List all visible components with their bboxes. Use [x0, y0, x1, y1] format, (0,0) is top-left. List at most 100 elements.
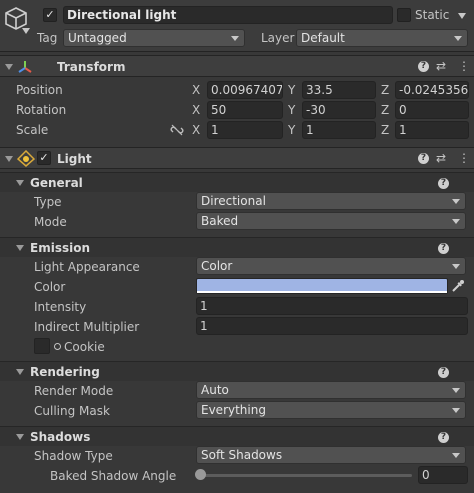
emission-foldout-arrow[interactable] — [16, 245, 24, 251]
icon-dropdown-arrow[interactable] — [22, 28, 30, 34]
tag-value: Untagged — [68, 31, 127, 45]
position-y-field[interactable]: 33.5 — [302, 81, 376, 99]
shadow-type-value: Soft Shadows — [201, 448, 283, 462]
scale-z-axis[interactable]: Z — [381, 122, 389, 138]
position-z-axis[interactable]: Z — [381, 82, 389, 98]
light-appearance-value: Color — [201, 259, 233, 273]
light-foldout-arrow[interactable] — [5, 156, 13, 162]
type-label: Type — [34, 195, 62, 209]
indirect-multiplier-label: Indirect Multiplier — [34, 320, 140, 334]
position-y-axis[interactable]: Y — [288, 82, 295, 98]
cookie-texture-slot[interactable] — [34, 338, 50, 354]
emission-title: Emission — [30, 241, 90, 255]
type-value: Directional — [201, 194, 266, 208]
chevron-down-icon — [452, 388, 460, 393]
scale-z-field[interactable]: 1 — [395, 121, 469, 139]
rotation-label: Rotation — [16, 103, 67, 117]
position-x-field[interactable]: 0.00967407 — [207, 81, 283, 99]
position-label: Position — [16, 83, 63, 97]
scale-label: Scale — [16, 123, 49, 137]
culling-mask-value: Everything — [201, 403, 266, 417]
shadows-title: Shadows — [30, 430, 91, 444]
mode-value: Baked — [201, 214, 239, 228]
scale-x-axis[interactable]: X — [192, 122, 200, 138]
culling-mask-label: Culling Mask — [34, 404, 110, 418]
more-menu-icon[interactable]: ⋮ — [458, 59, 470, 73]
help-icon[interactable]: ? — [438, 367, 449, 378]
static-label: Static — [415, 8, 450, 22]
shadows-foldout-arrow[interactable] — [16, 434, 24, 440]
help-icon[interactable]: ? — [438, 178, 449, 189]
color-label: Color — [34, 280, 66, 294]
static-checkbox[interactable] — [397, 8, 411, 22]
eyedropper-icon[interactable] — [451, 279, 465, 293]
render-mode-value: Auto — [201, 383, 229, 397]
rotation-y-axis[interactable]: Y — [288, 102, 295, 118]
emission-section-header[interactable]: Emission ? — [0, 237, 474, 257]
light-title: Light — [57, 152, 92, 166]
baked-shadow-angle-label: Baked Shadow Angle — [50, 469, 177, 483]
rendering-foldout-arrow[interactable] — [16, 369, 24, 375]
render-mode-label: Render Mode — [34, 384, 114, 398]
scale-y-axis[interactable]: Y — [288, 122, 295, 138]
help-icon[interactable]: ? — [438, 432, 449, 443]
rotation-y-field[interactable]: -30 — [302, 101, 376, 119]
render-mode-dropdown[interactable]: Auto — [196, 381, 466, 399]
more-menu-icon[interactable]: ⋮ — [458, 151, 470, 165]
light-component-icon — [17, 150, 35, 167]
static-dropdown-arrow[interactable] — [458, 13, 466, 19]
scale-x-field[interactable]: 1 — [207, 121, 283, 139]
mode-label: Mode — [34, 215, 67, 229]
preset-sliders-icon[interactable]: ⇄ — [436, 59, 446, 73]
constrain-proportions-icon[interactable] — [170, 123, 184, 137]
chevron-down-icon — [452, 453, 460, 458]
indirect-multiplier-field[interactable]: 1 — [196, 317, 468, 335]
chevron-down-icon — [452, 264, 460, 269]
transform-foldout-arrow[interactable] — [5, 64, 13, 70]
rendering-section-header[interactable]: Rendering ? — [0, 361, 474, 381]
rotation-z-axis[interactable]: Z — [381, 102, 389, 118]
tag-dropdown[interactable]: Untagged — [63, 29, 245, 47]
general-title: General — [30, 176, 83, 190]
general-foldout-arrow[interactable] — [16, 180, 24, 186]
culling-mask-dropdown[interactable]: Everything — [196, 401, 466, 419]
chevron-down-icon — [454, 36, 462, 41]
layer-value: Default — [301, 31, 345, 45]
type-dropdown[interactable]: Directional — [196, 192, 466, 210]
rotation-x-field[interactable]: 50 — [207, 101, 283, 119]
light-enabled-checkbox[interactable]: ✓ — [37, 151, 51, 165]
preset-sliders-icon[interactable]: ⇄ — [436, 151, 446, 165]
help-icon[interactable]: ? — [418, 61, 429, 72]
chevron-down-icon — [231, 36, 239, 41]
baked-shadow-angle-slider-thumb[interactable] — [195, 469, 206, 480]
color-swatch-field[interactable] — [196, 278, 448, 294]
general-section-header[interactable]: General ? — [0, 172, 474, 192]
position-x-axis[interactable]: X — [192, 82, 200, 98]
position-z-field[interactable]: -0.0245356 — [395, 81, 469, 99]
object-header: ✓ Directional light Static Tag Untagged … — [0, 0, 474, 52]
object-picker-icon[interactable] — [54, 343, 61, 350]
layer-label: Layer — [261, 31, 295, 45]
shadow-type-dropdown[interactable]: Soft Shadows — [196, 446, 466, 464]
chevron-down-icon — [452, 408, 460, 413]
help-icon[interactable]: ? — [418, 153, 429, 164]
rotation-z-field[interactable]: 0 — [395, 101, 469, 119]
shadow-type-label: Shadow Type — [34, 449, 113, 463]
baked-shadow-angle-slider-track[interactable] — [200, 474, 412, 477]
transform-title: Transform — [57, 60, 126, 74]
shadows-section-header[interactable]: Shadows ? — [0, 426, 474, 446]
object-name-field[interactable]: Directional light — [63, 6, 393, 24]
mode-dropdown[interactable]: Baked — [196, 212, 466, 230]
help-icon[interactable]: ? — [438, 243, 449, 254]
transform-header[interactable]: Transform ? ⇄ ⋮ — [0, 55, 474, 77]
scale-y-field[interactable]: 1 — [302, 121, 376, 139]
baked-shadow-angle-field[interactable]: 0 — [418, 466, 468, 484]
light-appearance-dropdown[interactable]: Color — [196, 257, 466, 275]
light-header[interactable]: ✓ Light ? ⇄ ⋮ — [0, 147, 474, 169]
color-swatch-alpha-bar — [197, 291, 447, 293]
intensity-field[interactable]: 1 — [196, 297, 468, 315]
chevron-down-icon — [452, 199, 460, 204]
layer-dropdown[interactable]: Default — [296, 29, 468, 47]
active-checkbox[interactable]: ✓ — [43, 8, 57, 22]
rotation-x-axis[interactable]: X — [192, 102, 200, 118]
